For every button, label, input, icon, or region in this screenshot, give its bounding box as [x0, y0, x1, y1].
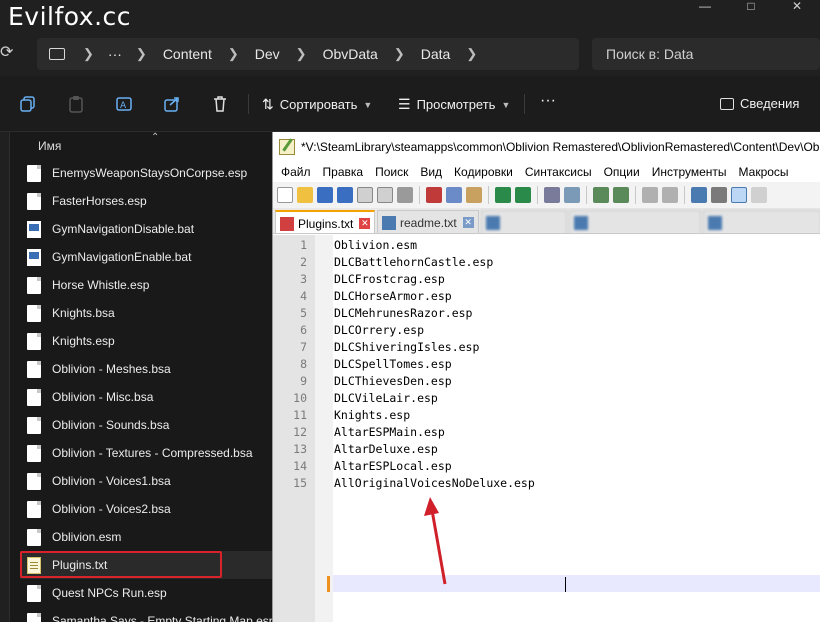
screen: Evilfox.cc — □ ✕ ⟳ ❯ ··· ❯ Content ❯ Dev… [0, 0, 820, 622]
annotation-arrow [424, 497, 447, 585]
